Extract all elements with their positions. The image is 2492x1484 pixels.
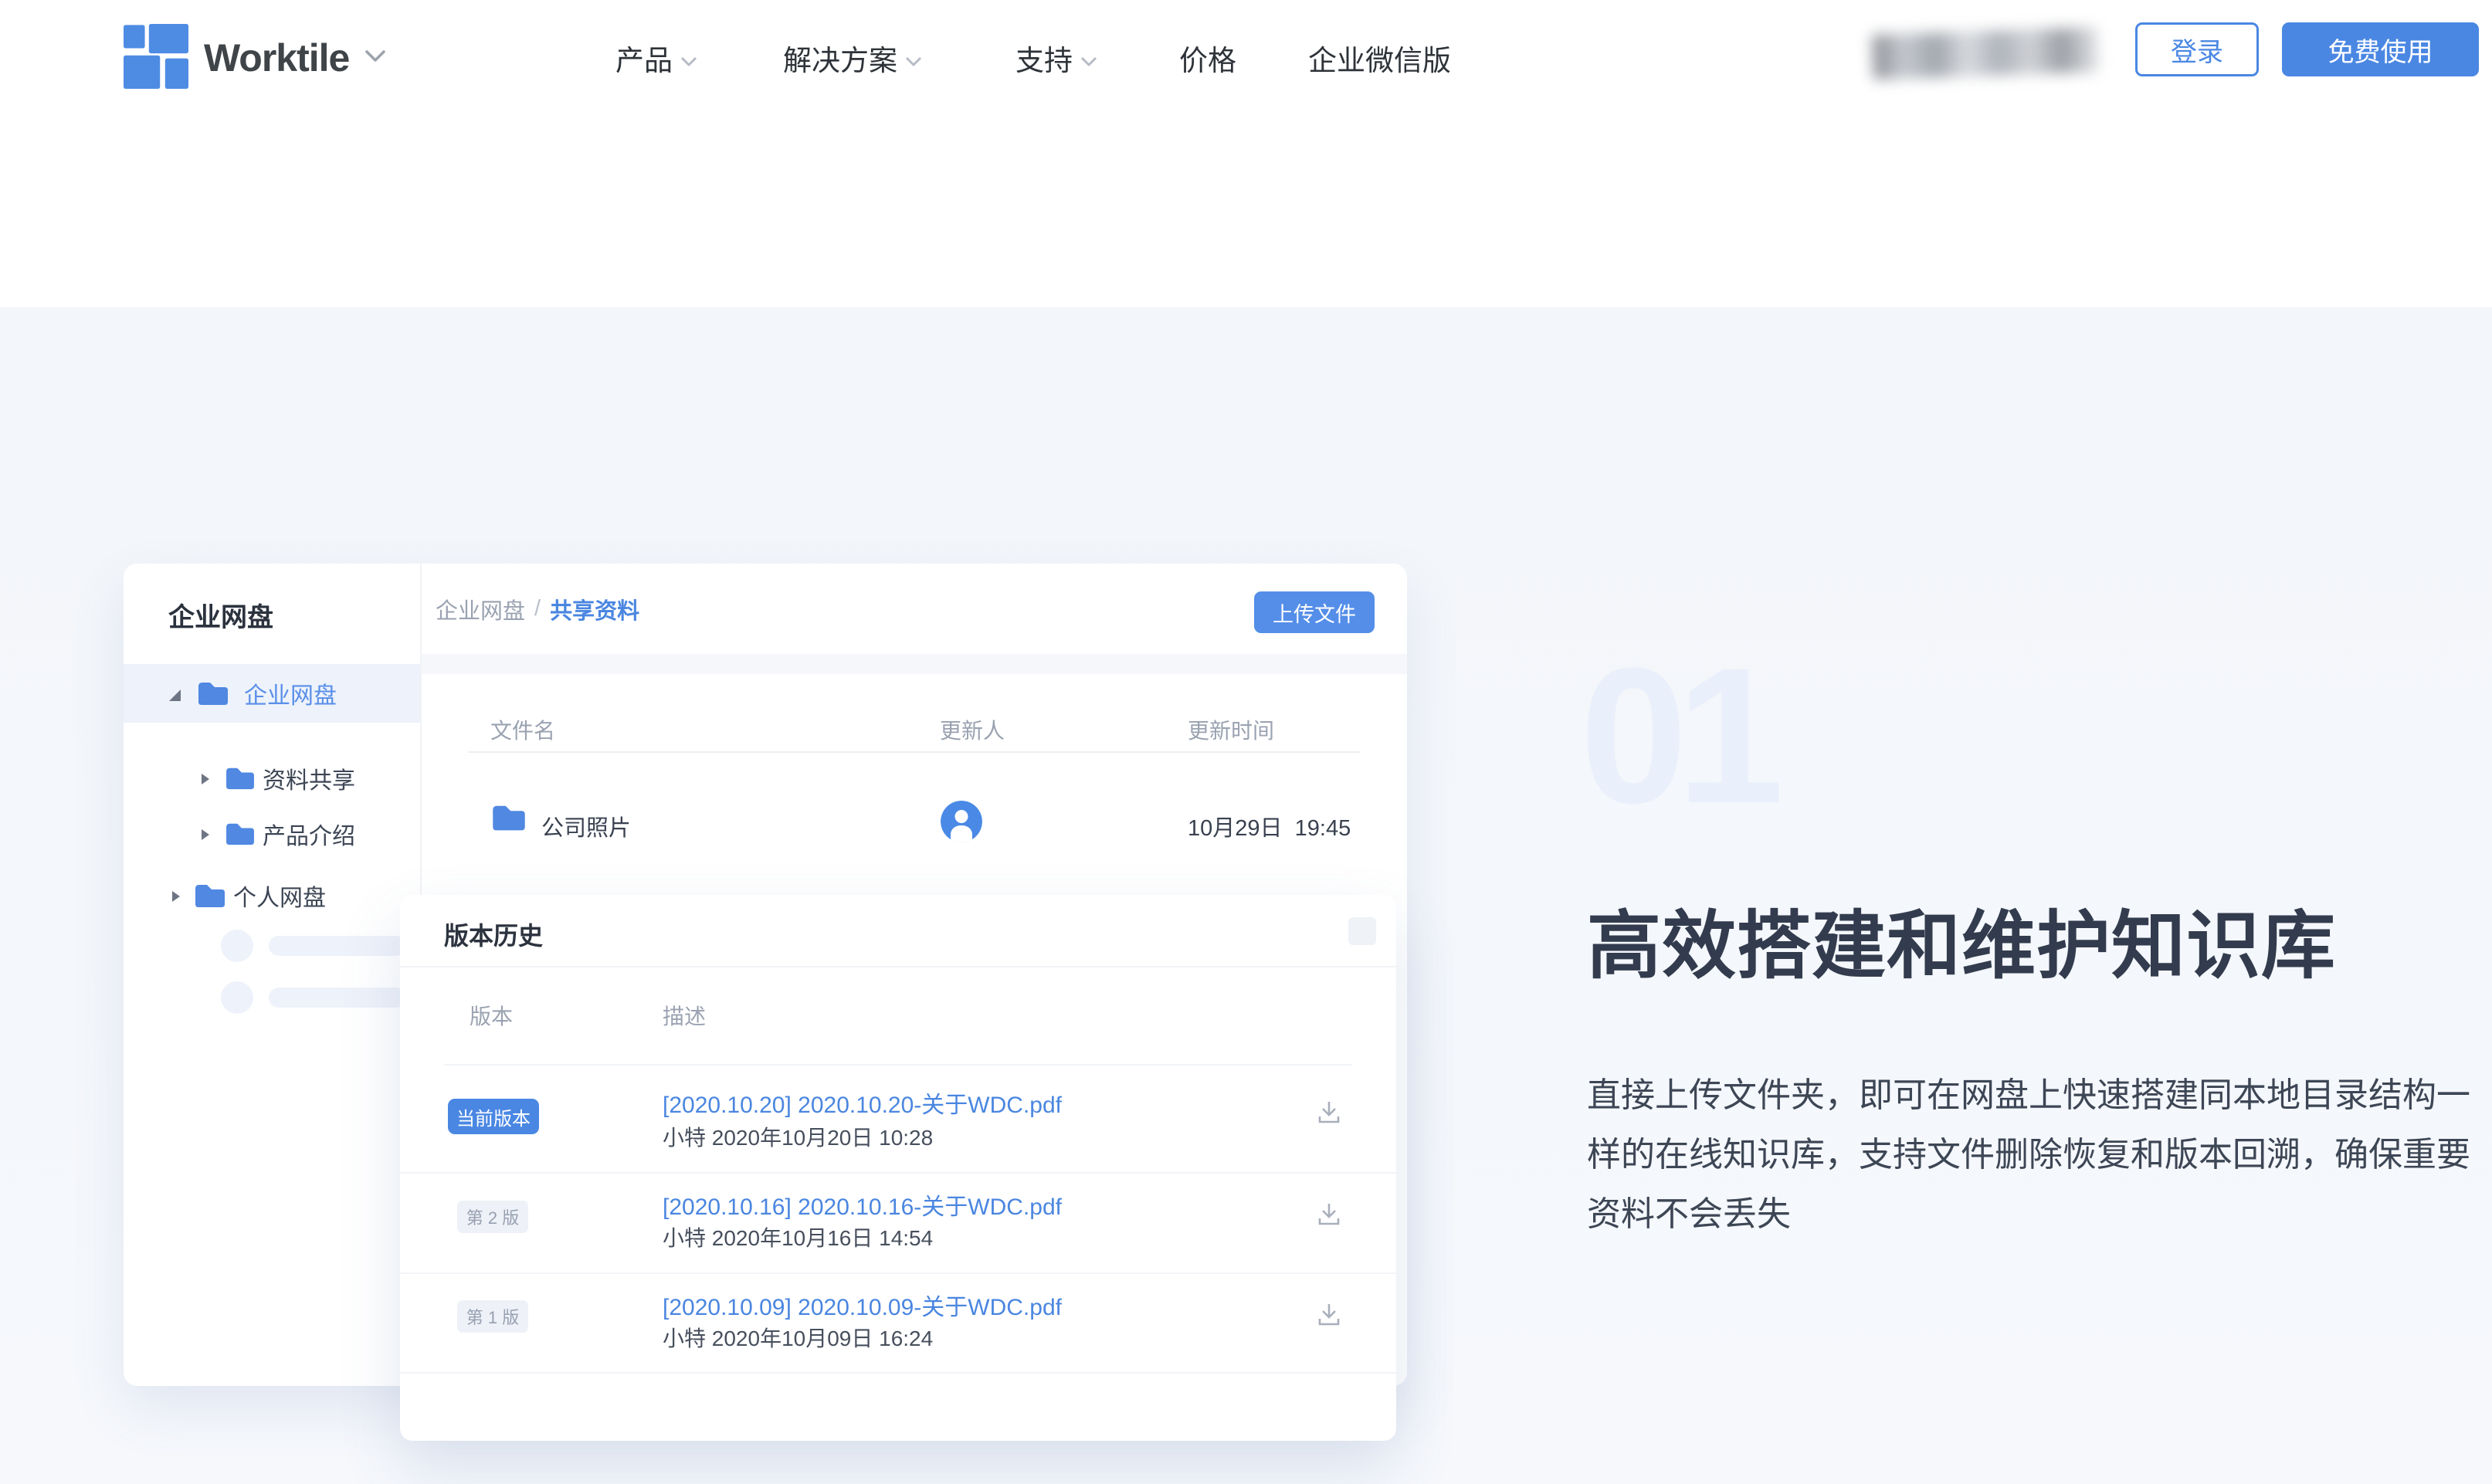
breadcrumb: 企业网盘 / 共享资料: [436, 564, 639, 654]
column-header-updater: 更新人: [940, 714, 1005, 745]
version-badge: 第 2 版: [457, 1201, 528, 1233]
nav-item-support[interactable]: 支持: [1015, 0, 1097, 116]
free-signup-button-label: 免费使用: [2328, 31, 2433, 69]
column-header-filename: 文件名: [490, 714, 555, 745]
skeleton-placeholder: [269, 988, 406, 1008]
file-updated-time: 10月29日 19:45: [1188, 810, 1351, 842]
login-button[interactable]: 登录: [2135, 22, 2259, 76]
nav-item-pricing[interactable]: 价格: [1179, 0, 1236, 116]
feature-heading: 高效搭建和维护知识库: [1587, 902, 2336, 991]
version-row-1: 第 1 版 [2020.10.09] 2020.10.09-关于WDC.pdf …: [400, 1274, 1396, 1374]
column-header-updated-time: 更新时间: [1188, 714, 1274, 745]
file-name[interactable]: 公司照片: [541, 810, 631, 842]
nav-item-products[interactable]: 产品: [615, 0, 697, 116]
version-file-link[interactable]: [2020.10.16] 2020.10.16-关于WDC.pdf: [663, 1188, 1062, 1221]
version-badge: 第 1 版: [457, 1300, 528, 1333]
version-badge-label: 第 2 版: [466, 1204, 519, 1229]
breadcrumb-current: 共享资料: [550, 593, 639, 625]
folder-icon: [224, 821, 256, 851]
tree-item-enterprise-disk[interactable]: 企业网盘: [124, 664, 420, 723]
current-version-badge: 当前版本: [448, 1099, 539, 1134]
disk-content-header: 企业网盘 / 共享资料 上传文件: [422, 564, 1407, 654]
version-row-2: 第 2 版 [2020.10.16] 2020.10.16-关于WDC.pdf …: [400, 1174, 1396, 1274]
nav-item-wechat-work[interactable]: 企业微信版: [1308, 0, 1451, 116]
skeleton-placeholder: [269, 936, 406, 956]
version-meta: 小特 2020年10月09日 16:24: [663, 1322, 933, 1353]
folder-icon: [224, 765, 256, 795]
breadcrumb-root[interactable]: 企业网盘: [436, 593, 525, 625]
login-button-label: 登录: [2171, 31, 2223, 69]
sidebar-title: 企业网盘: [168, 596, 273, 634]
upload-file-button-label: 上传文件: [1273, 598, 1356, 628]
feature-description: 直接上传文件夹，即可在网盘上快速搭建同本地目录结构一样的在线知识库，支持文件删除…: [1587, 1066, 2475, 1244]
upload-file-button[interactable]: 上传文件: [1254, 591, 1375, 633]
version-badge-label: 第 1 版: [466, 1304, 519, 1329]
tree-item-product-intro[interactable]: 产品介绍: [124, 812, 420, 856]
tree-item-shared-materials[interactable]: 资料共享: [124, 757, 420, 800]
phone-number-redacted: [1872, 27, 2099, 80]
free-signup-button[interactable]: 免费使用: [2282, 22, 2479, 76]
column-header-version: 版本: [470, 1000, 513, 1031]
version-meta: 小特 2020年10月20日 10:28: [663, 1121, 933, 1152]
modal-header: 版本历史: [400, 895, 1396, 967]
worktile-logo-icon: [124, 24, 188, 93]
nav-item-label: 企业微信版: [1308, 37, 1451, 79]
user-avatar: [941, 801, 982, 846]
chevron-down-icon: [1080, 42, 1097, 74]
skeleton-placeholder: [221, 930, 253, 962]
tree-expanded-caret-icon[interactable]: [168, 689, 181, 706]
version-meta: 小特 2020年10月16日 14:54: [663, 1221, 933, 1252]
nav-item-label: 产品: [615, 37, 673, 79]
folder-icon: [196, 679, 230, 711]
chevron-down-icon: [680, 42, 697, 74]
modal-title: 版本历史: [444, 916, 543, 952]
version-row-current: 当前版本 [2020.10.20] 2020.10.20-关于WDC.pdf 小…: [400, 1066, 1396, 1174]
disk-sidebar: 企业网盘 企业网盘 资料共享: [124, 564, 422, 1386]
version-history-modal: 版本历史 版本 描述 当前版本 [2020.10.20] 2020.10.20-…: [400, 895, 1396, 1441]
version-file-link[interactable]: [2020.10.09] 2020.10.09-关于WDC.pdf: [663, 1288, 1062, 1322]
download-icon[interactable]: [1314, 1300, 1344, 1330]
tree-collapsed-caret-icon[interactable]: [170, 890, 182, 906]
tree-item-label: 资料共享: [263, 761, 355, 795]
tree-item-label: 产品介绍: [263, 817, 355, 851]
top-navigation-bar: Worktile 产品 解决方案 支持 价格 企业微信版 登录 免费使用: [0, 0, 2492, 116]
tree-collapsed-caret-icon[interactable]: [199, 773, 212, 789]
feature-index-watermark: 01: [1580, 639, 1773, 832]
tree-item-personal-disk[interactable]: 个人网盘: [124, 874, 420, 917]
tree-item-label: 个人网盘: [233, 879, 326, 913]
chevron-down-icon: [905, 42, 922, 74]
nav-item-label: 价格: [1179, 37, 1236, 79]
version-file-link[interactable]: [2020.10.20] 2020.10.20-关于WDC.pdf: [663, 1086, 1062, 1120]
tree-item-label: 企业网盘: [244, 676, 337, 710]
nav-item-label: 解决方案: [783, 37, 897, 79]
modal-close-placeholder[interactable]: [1348, 917, 1376, 945]
table-divider: [468, 751, 1361, 753]
nav-item-label: 支持: [1015, 37, 1073, 79]
tree-collapsed-caret-icon[interactable]: [199, 828, 212, 845]
download-icon[interactable]: [1314, 1200, 1344, 1229]
nav-item-solutions[interactable]: 解决方案: [783, 0, 922, 116]
folder-icon: [193, 882, 227, 913]
skeleton-placeholder: [221, 981, 253, 1014]
column-header-description: 描述: [663, 1000, 706, 1031]
folder-icon: [490, 802, 527, 837]
download-icon[interactable]: [1314, 1098, 1344, 1127]
worktile-logo[interactable]: Worktile: [124, 0, 386, 116]
feature-section: 01 企业网盘 企业网盘 资料共享: [0, 307, 2492, 1484]
breadcrumb-separator: /: [534, 596, 541, 622]
brand-name: Worktile: [204, 36, 349, 80]
version-badge-label: 当前版本: [456, 1103, 531, 1130]
chevron-down-icon: [364, 49, 386, 67]
